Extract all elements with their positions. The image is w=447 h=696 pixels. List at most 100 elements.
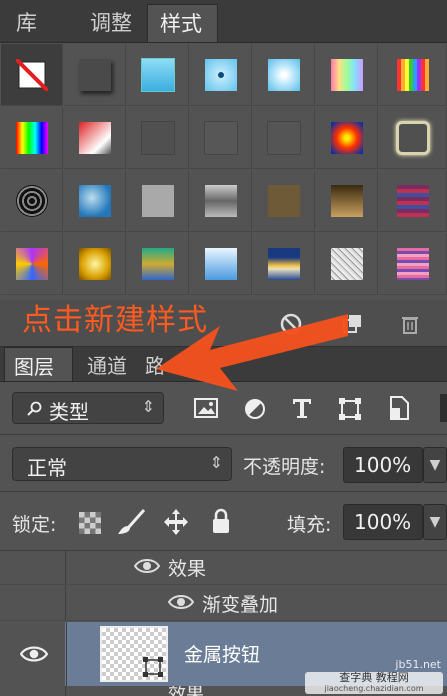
- no-style-icon: [15, 58, 48, 91]
- lock-image-pixels-icon[interactable]: [116, 508, 146, 536]
- blend-mode-select[interactable]: 正常 ⇕: [12, 447, 232, 481]
- opacity-dropdown[interactable]: ▼: [423, 447, 447, 483]
- swatch-preview: [141, 184, 174, 217]
- chevron-updown-icon: ⇕: [209, 453, 223, 472]
- lock-position-icon[interactable]: [163, 508, 189, 536]
- style-swatch-metal-texture[interactable]: [190, 170, 252, 232]
- swatch-preview: [395, 120, 430, 155]
- swatch-preview: [140, 57, 175, 92]
- swatch-preview: [141, 247, 174, 280]
- swatch-preview: [140, 120, 175, 155]
- tab-channels[interactable]: 通道: [78, 347, 136, 381]
- swatch-preview: [204, 184, 237, 217]
- swatch-preview: [267, 58, 300, 91]
- style-swatch-pink-stripes[interactable]: [379, 233, 447, 295]
- styles-panel-tabs: 库 调整 样式: [0, 0, 447, 43]
- style-swatch-blue-glow[interactable]: [253, 44, 315, 106]
- swatch-preview: [203, 120, 238, 155]
- swatch-preview: [266, 120, 301, 155]
- style-swatch-gray-square[interactable]: [127, 107, 189, 169]
- swatch-preview: [396, 247, 429, 280]
- style-swatch-gray-square-2[interactable]: [190, 107, 252, 169]
- style-swatch-noise-silver[interactable]: [316, 233, 378, 295]
- fill-label: 填充:: [287, 514, 332, 536]
- swatch-preview: [267, 247, 300, 280]
- trash-icon[interactable]: [398, 312, 422, 336]
- search-icon: [27, 401, 42, 416]
- swatch-preview: [330, 58, 363, 91]
- effects-row[interactable]: 效果: [0, 551, 447, 585]
- style-swatch-purple-stripes[interactable]: [379, 170, 447, 232]
- style-swatch-bronze-gradient[interactable]: [316, 170, 378, 232]
- style-swatch-red-orb[interactable]: [316, 107, 378, 169]
- red-arrow-annotation: [156, 314, 348, 391]
- swatch-preview: [204, 58, 237, 91]
- style-swatch-blue-dot[interactable]: [190, 44, 252, 106]
- style-swatch-chrome-rings[interactable]: [1, 170, 63, 232]
- adjustment-filter-icon[interactable]: [244, 398, 266, 420]
- style-swatch-grid: [0, 43, 447, 300]
- effects-label: 效果: [168, 558, 207, 580]
- style-swatch-red-fade[interactable]: [64, 107, 126, 169]
- style-swatch-gray-square-3[interactable]: [253, 107, 315, 169]
- blend-row: 正常 ⇕ 不透明度: 100% ▼: [0, 435, 447, 492]
- lock-transparent-pixels-icon[interactable]: [79, 512, 101, 534]
- chevron-updown-icon: ⇕: [141, 397, 155, 416]
- opacity-input[interactable]: 100%: [343, 447, 423, 483]
- chevron-down-icon: ▼: [429, 514, 441, 530]
- tab-styles[interactable]: 样式: [147, 4, 218, 42]
- swatch-preview: [267, 184, 300, 217]
- watermark-line1: 查字典 教程网: [339, 671, 409, 684]
- eye-icon[interactable]: [20, 644, 48, 664]
- tab-adjust[interactable]: 调整: [78, 4, 144, 42]
- eye-icon[interactable]: [134, 557, 160, 575]
- lock-row: 锁定: 填充: 100% ▼: [0, 492, 447, 551]
- swatch-preview: [15, 184, 48, 217]
- filter-toggle[interactable]: [440, 394, 447, 422]
- effects-label-next: 效果: [168, 686, 204, 696]
- eye-icon[interactable]: [168, 593, 194, 611]
- divider: [66, 622, 67, 686]
- style-swatch-multicolor-band[interactable]: [127, 233, 189, 295]
- swatch-preview: [78, 58, 111, 91]
- fill-dropdown[interactable]: ▼: [423, 504, 447, 540]
- watermark-line2: jiaocheng.chazidian.com: [324, 684, 424, 693]
- type-filter-icon[interactable]: [291, 396, 313, 420]
- lock-all-icon[interactable]: [210, 507, 232, 535]
- style-swatch-light-gray[interactable]: [127, 170, 189, 232]
- swatch-preview: [330, 121, 363, 154]
- blend-mode-value: 正常: [27, 456, 67, 480]
- style-swatch-sunset-horizon[interactable]: [253, 233, 315, 295]
- visibility-column: [0, 686, 66, 696]
- style-swatch-framed-button[interactable]: [379, 107, 447, 169]
- fill-input[interactable]: 100%: [343, 504, 423, 540]
- style-swatch-blue-cloud[interactable]: [64, 170, 126, 232]
- style-swatch-none[interactable]: [1, 44, 63, 106]
- style-swatch-psychedelic[interactable]: [1, 233, 63, 295]
- style-swatch-pastel-rainbow[interactable]: [316, 44, 378, 106]
- smart-object-filter-icon[interactable]: [388, 396, 410, 420]
- watermark-site: jb51.net: [395, 658, 441, 671]
- lock-label: 锁定:: [12, 514, 57, 536]
- visibility-column: [0, 585, 66, 620]
- swatch-preview: [330, 247, 363, 280]
- swatch-preview: [330, 184, 363, 217]
- style-swatch-cyan-blue[interactable]: [127, 44, 189, 106]
- style-swatch-olive-brown[interactable]: [253, 170, 315, 232]
- gradient-overlay-label: 渐变叠加: [202, 594, 279, 616]
- layer-name: 金属按钮: [184, 644, 261, 666]
- gradient-overlay-row[interactable]: 渐变叠加: [0, 585, 447, 621]
- style-swatch-rainbow-stripes[interactable]: [379, 44, 447, 106]
- shape-filter-icon[interactable]: [338, 397, 362, 421]
- filter-kind-select[interactable]: 类型 ⇕: [12, 392, 164, 424]
- image-filter-icon[interactable]: [194, 398, 218, 420]
- tab-layers[interactable]: 图层: [4, 347, 73, 381]
- style-swatch-spectrum[interactable]: [1, 107, 63, 169]
- style-swatch-gold[interactable]: [64, 233, 126, 295]
- opacity-label: 不透明度:: [243, 456, 326, 478]
- style-swatch-sky-blue[interactable]: [190, 233, 252, 295]
- style-swatch-dark-gray[interactable]: [64, 44, 126, 106]
- layer-thumbnail: [100, 626, 168, 682]
- shape-layer-icon: [143, 657, 163, 677]
- tab-library[interactable]: 库: [4, 4, 49, 42]
